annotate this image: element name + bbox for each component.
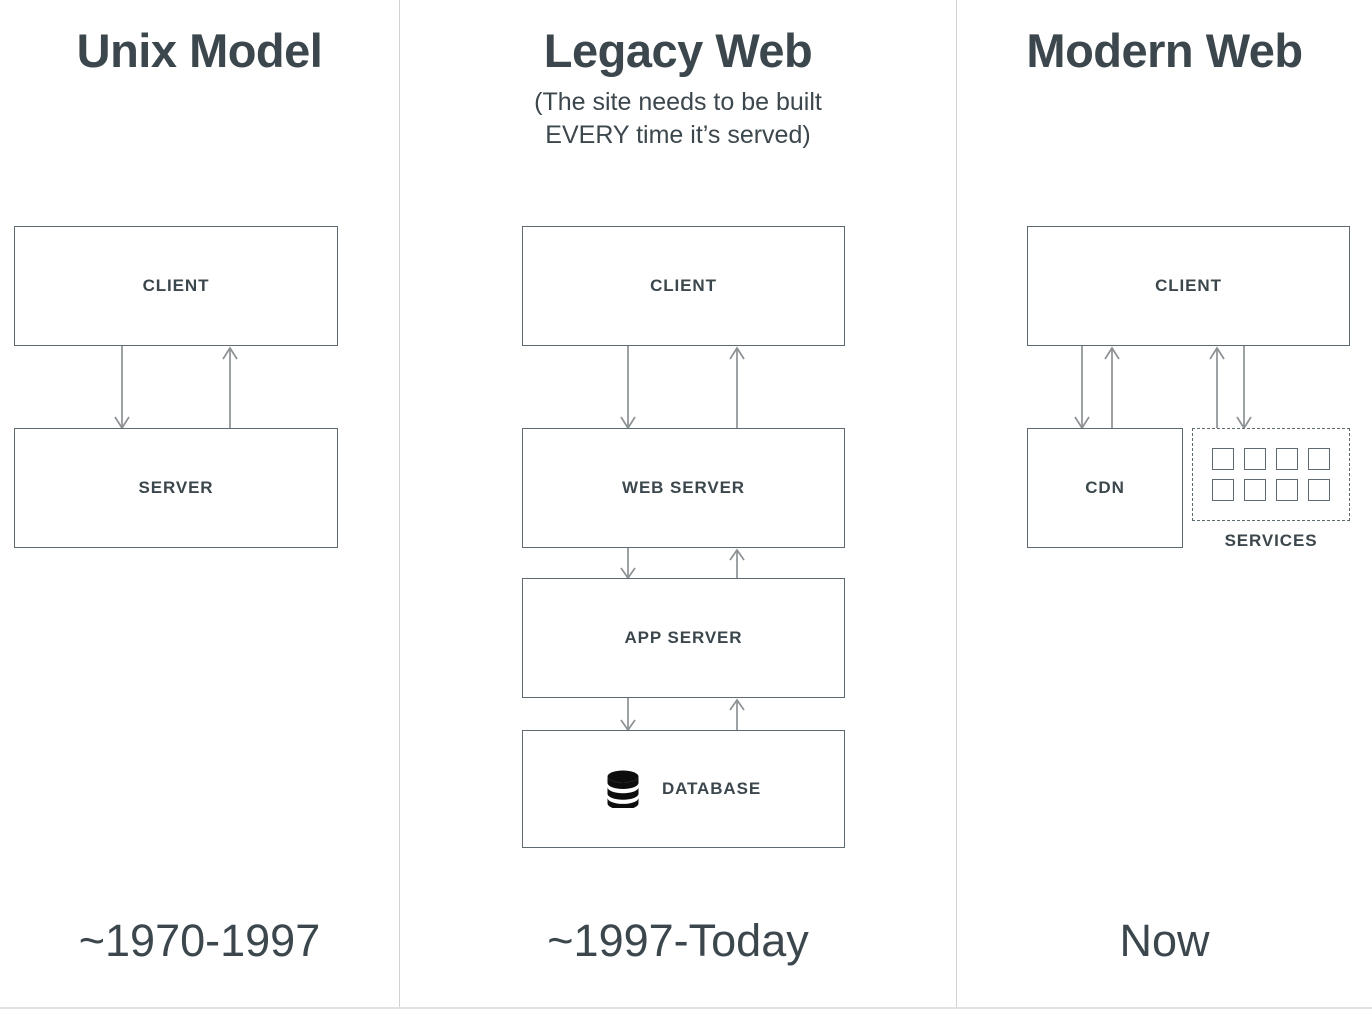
services-caption: SERVICES — [1192, 531, 1350, 551]
column-subtitle-legacy: (The site needs to be built EVERY time i… — [400, 86, 956, 152]
node-legacy-web-server[interactable]: WEB SERVER — [522, 428, 845, 548]
arrow-client-to-web-server — [614, 346, 644, 430]
era-label-unix: ~1970-1997 — [0, 915, 399, 967]
node-label: CLIENT — [1155, 276, 1222, 296]
arrow-server-to-client — [216, 346, 246, 430]
diagram-canvas: Unix Model CLIENT SERVER ~1970-1997 Lega… — [0, 0, 1372, 1014]
column-legacy-web: Legacy Web (The site needs to be built E… — [400, 0, 956, 1014]
node-legacy-app-server[interactable]: APP SERVER — [522, 578, 845, 698]
column-unix-model: Unix Model CLIENT SERVER ~1970-1997 — [0, 0, 399, 1014]
column-modern-web: Modern Web CLIENT CDN — [957, 0, 1372, 1014]
node-unix-client[interactable]: CLIENT — [14, 226, 338, 346]
arrow-services-to-client — [1203, 346, 1233, 430]
node-modern-cdn[interactable]: CDN — [1027, 428, 1183, 548]
column-title-legacy: Legacy Web — [400, 24, 956, 78]
service-cell[interactable] — [1308, 479, 1330, 501]
node-label: DATABASE — [662, 779, 761, 799]
service-cell[interactable] — [1276, 479, 1298, 501]
arrow-client-to-services — [1230, 346, 1260, 430]
arrow-client-to-cdn — [1068, 346, 1098, 430]
column-title-modern: Modern Web — [957, 24, 1372, 78]
services-group[interactable] — [1192, 428, 1350, 521]
node-unix-server[interactable]: SERVER — [14, 428, 338, 548]
arrow-client-to-server — [108, 346, 138, 430]
node-modern-client[interactable]: CLIENT — [1027, 226, 1350, 346]
services-grid — [1212, 448, 1330, 501]
service-cell[interactable] — [1276, 448, 1298, 470]
node-legacy-database[interactable]: DATABASE — [522, 730, 845, 848]
column-title-unix: Unix Model — [0, 24, 399, 78]
era-label-modern: Now — [957, 915, 1372, 967]
node-legacy-client[interactable]: CLIENT — [522, 226, 845, 346]
arrow-app-server-to-database — [614, 698, 644, 732]
node-label: CLIENT — [143, 276, 210, 296]
arrow-app-server-to-web-server — [723, 548, 753, 580]
arrow-web-server-to-client — [723, 346, 753, 430]
era-label-legacy: ~1997-Today — [400, 915, 956, 967]
arrow-database-to-app-server — [723, 698, 753, 732]
service-cell[interactable] — [1244, 479, 1266, 501]
service-cell[interactable] — [1212, 448, 1234, 470]
node-label: SERVER — [138, 478, 213, 498]
arrow-web-server-to-app-server — [614, 548, 644, 580]
node-label: CLIENT — [650, 276, 717, 296]
database-icon — [606, 770, 640, 808]
node-label: WEB SERVER — [622, 478, 745, 498]
service-cell[interactable] — [1308, 448, 1330, 470]
subtitle-line-2: EVERY time it’s served) — [400, 119, 956, 152]
service-cell[interactable] — [1212, 479, 1234, 501]
node-label: APP SERVER — [625, 628, 743, 648]
database-row: DATABASE — [606, 770, 761, 808]
subtitle-line-1: (The site needs to be built — [400, 86, 956, 119]
node-label: CDN — [1085, 478, 1125, 498]
service-cell[interactable] — [1244, 448, 1266, 470]
arrow-cdn-to-client — [1098, 346, 1128, 430]
